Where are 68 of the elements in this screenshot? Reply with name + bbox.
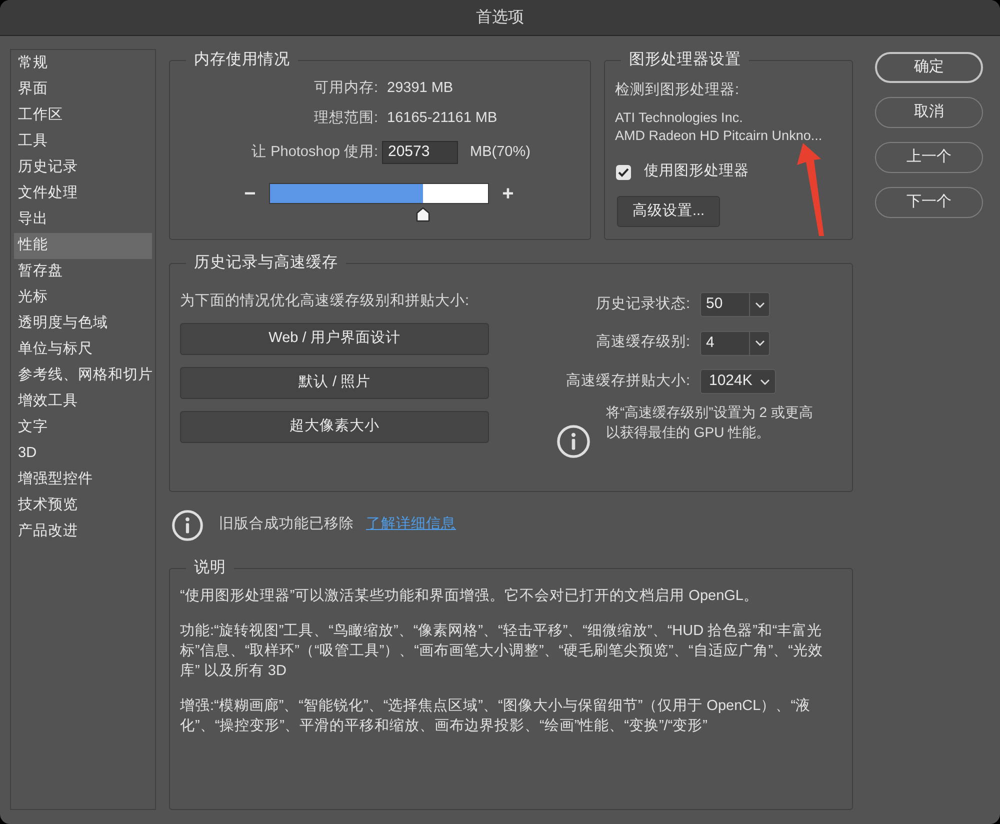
section-title: 说明 [193,558,227,578]
sidebar-item[interactable]: 暂存盘 [14,259,152,285]
sidebar-item[interactable]: 历史记录 [14,155,152,181]
slider-thumb[interactable] [416,207,430,222]
sidebar-item[interactable]: 单位与标尺 [14,337,152,363]
field-value: 29391 MB [387,79,454,98]
field-label: 可用内存: [312,79,378,98]
increase-button[interactable]: + [502,183,514,204]
dropdown-value: 4 [705,332,716,353]
sidebar-item[interactable]: 界面 [14,77,152,103]
dialog-button[interactable]: 下一个 [875,187,983,218]
sidebar-item[interactable]: 光标 [14,285,152,311]
chevron-icon [760,378,770,384]
checkbox-label[interactable]: 使用图形处理器 [644,161,749,183]
advanced-settings-button[interactable]: 高级设置... [617,196,720,227]
dropdown-value: 50 [705,294,724,314]
dialog-button[interactable]: 确定 [875,52,983,83]
preset-button[interactable]: Web / 用户界面设计 [180,323,489,355]
field-label: 高速缓存级别: [594,332,690,352]
field-value: 16165-21161 MB [387,109,498,128]
gpu-vendor: ATI Technologies Inc. [615,109,743,127]
dialog-button[interactable]: 上一个 [875,142,983,173]
preset-button[interactable]: 超大像素大小 [180,411,489,443]
gpu-model: AMD Radeon HD Pitcairn Unkno... [615,127,822,145]
chevron-icon [754,340,764,346]
dropdown[interactable]: 4 [700,330,770,356]
section-title: 历史记录与高速缓存 [193,253,339,273]
chevron-icon [754,302,764,308]
sidebar-item[interactable]: 参考线、网格和切片 [14,363,152,389]
sidebar-item[interactable]: 产品改进 [14,519,152,545]
description-text: 增强:“模糊画廊”、“智能锐化”、“选择焦点区域”、“图像大小与保留细节”（仅用于 OpenCL）、“液化”、“操控变形”、平滑的平移和缩放、画布边界投影、“绘画”性能、“变换”/“变形” [180,696,812,736]
checkbox[interactable] [616,164,631,180]
dropdown-value: 1024K [708,371,754,392]
sidebar-item[interactable]: 导出 [14,207,152,233]
field-label: 高速缓存拼贴大小: [564,372,690,391]
section-title: 内存使用情况 [193,50,291,70]
sidebar-item[interactable]: 技术预览 [14,493,152,519]
sidebar-item[interactable]: 工作区 [14,103,152,129]
memory-input[interactable]: 20573 [382,141,458,164]
preset-button[interactable]: 默认 / 照片 [180,367,489,399]
notice-text: 旧版合成功能已移除 [219,515,354,534]
info-icon [172,510,203,540]
field-label: 历史记录状态: [594,294,690,314]
decrease-button[interactable]: − [244,183,256,204]
sidebar-item[interactable]: 文字 [14,415,152,441]
sidebar-item[interactable]: 工具 [14,129,152,155]
memory-slider[interactable] [269,183,489,222]
sidebar-item[interactable]: 3D [14,441,152,467]
field-label: 让 Photoshop 使用: [250,142,378,162]
field-label: 理想范围: [312,109,378,128]
unit-label: MB(70%) [470,142,530,162]
info-icon [557,425,590,458]
dropdown[interactable]: 50 [700,292,770,317]
sidebar-item[interactable]: 增效工具 [14,389,152,415]
description-text: “使用图形处理器”可以激活某些功能和界面增强。它不会对已打开的文档启用 OpenGL。 [180,586,760,606]
sidebar-item[interactable]: 性能 [14,233,152,259]
sidebar-item[interactable]: 透明度与色域 [14,311,152,337]
description-text: 功能:“旋转视图”工具、“鸟瞰缩放”、“像素网格”、“轻击平移”、“细微缩放”、“HUD 拾色器”和“丰富光标”信息、“取样环”（“吸管工具”）、“画布画笔大小调整”、“硬毛刷笔尖预览”、“自适应广角”、“光效库” 以及所有 3D [180,622,824,681]
tip-text: 将“高速缓存级别”设置为 2 或更高以获得最佳的 GPU 性能。 [606,403,814,442]
section-title: 图形处理器设置 [628,50,742,70]
dropdown[interactable]: 1024K [700,369,776,394]
sidebar-item[interactable]: 增强型控件 [14,467,152,493]
field-label: 检测到图形处理器: [615,81,740,100]
sidebar-item[interactable]: 文件处理 [14,181,152,207]
sidebar-item[interactable]: 常规 [14,51,152,77]
field-label: 为下面的情况优化高速缓存级别和拼贴大小: [180,292,470,311]
window-title: 首选项 [476,8,524,28]
dialog-button[interactable]: 取消 [875,97,983,128]
